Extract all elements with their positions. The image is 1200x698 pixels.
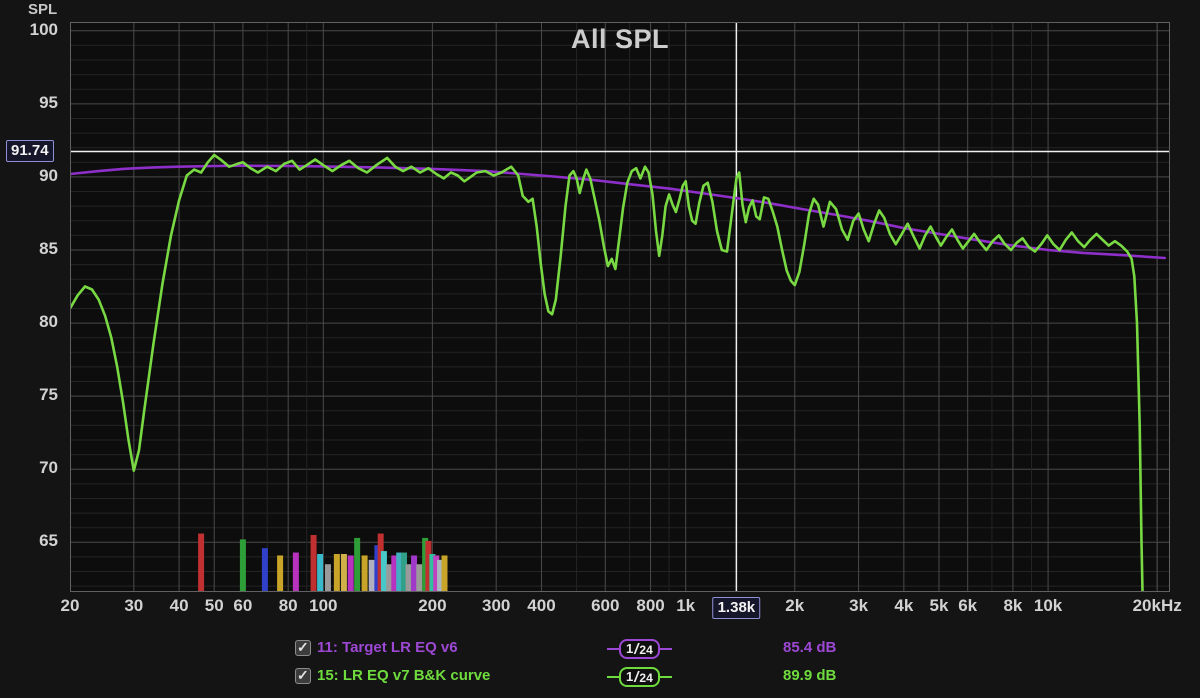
smoothing-denominator: 24	[639, 672, 652, 684]
plot-area[interactable]	[70, 22, 1170, 592]
badge-wire-left	[607, 648, 619, 650]
cursor-crosshair	[70, 22, 1170, 592]
plot-border	[71, 23, 1170, 592]
x-tick-label: 300	[482, 596, 510, 616]
fraction-slash: /	[634, 669, 638, 686]
smoothing-denominator: 24	[639, 644, 652, 656]
x-tick-label: 10k	[1034, 596, 1062, 616]
gridlines	[70, 22, 1170, 592]
badge-wire-right	[660, 648, 672, 650]
smoothing-badge[interactable]: 1/24	[607, 638, 672, 660]
smoothing-badge[interactable]: 1/24	[607, 666, 672, 688]
x-tick-label: 8k	[1003, 596, 1022, 616]
x-tick-label: 80	[279, 596, 298, 616]
y-tick-label: 80	[0, 312, 58, 332]
x-tick-label: 50	[205, 596, 224, 616]
eq-filter-bar	[341, 554, 347, 592]
y-tick-label: 85	[0, 239, 58, 259]
eq-filter-bar	[311, 535, 317, 592]
eq-filter-bar	[262, 548, 268, 592]
smoothing-numerator: 1	[626, 642, 633, 655]
legend-row-target: 11: Target LR EQ v6 1/24 85.4 dB	[295, 638, 995, 660]
x-tick-label: 3k	[849, 596, 868, 616]
spl-chart-canvas[interactable]	[70, 22, 1170, 592]
eq-filter-bar	[441, 555, 447, 592]
eq-filter-bar	[348, 555, 354, 592]
eq-filter-bar	[362, 555, 368, 592]
trace-label[interactable]: 11: Target LR EQ v6	[317, 639, 458, 656]
y-tick-label: 65	[0, 531, 58, 551]
eq-filter-bar	[293, 553, 299, 592]
eq-filter-bar	[334, 554, 340, 592]
y-axis-unit-label: SPL	[28, 1, 57, 18]
trace-visibility-checkbox[interactable]	[295, 640, 311, 656]
legend-row-measurement: 15: LR EQ v7 B&K curve 1/24 89.9 dB	[295, 666, 995, 688]
y-tick-label: 75	[0, 385, 58, 405]
x-tick-label: 20kHz	[1133, 596, 1182, 616]
x-tick-label: 200	[418, 596, 446, 616]
smoothing-fraction: 1/24	[619, 667, 660, 687]
x-tick-label: 5k	[930, 596, 949, 616]
eq-filter-bar	[416, 564, 422, 592]
eq-filter-bar	[369, 560, 375, 592]
eq-filter-bar	[325, 564, 331, 592]
badge-wire-left	[607, 676, 619, 678]
x-tick-label: 6k	[958, 596, 977, 616]
cursor-spl-readout: 91.74	[6, 140, 54, 162]
smoothing-fraction: 1/24	[619, 639, 660, 659]
x-tick-label: 60	[233, 596, 252, 616]
badge-wire-right	[660, 676, 672, 678]
x-tick-label: 800	[636, 596, 664, 616]
y-tick-label: 95	[0, 93, 58, 113]
eq-filter-bar	[406, 564, 412, 592]
eq-filter-bar	[381, 551, 387, 592]
x-tick-label: 400	[527, 596, 555, 616]
eq-filter-bar	[411, 555, 417, 592]
eq-filter-bar	[198, 534, 204, 592]
x-tick-label: 20	[61, 596, 80, 616]
y-tick-label: 70	[0, 458, 58, 478]
y-tick-label: 100	[0, 20, 58, 40]
fraction-slash: /	[634, 641, 638, 658]
x-tick-label: 4k	[894, 596, 913, 616]
x-tick-label: 40	[170, 596, 189, 616]
x-tick-label: 600	[591, 596, 619, 616]
trace-cursor-value: 89.9 dB	[783, 667, 836, 684]
x-axis-tick-labels: 2030405060801002003004006008001k2k3k4k5k…	[70, 596, 1200, 618]
eq-filter-bar	[354, 538, 360, 592]
x-tick-label: 2k	[785, 596, 804, 616]
trace-visibility-checkbox[interactable]	[295, 668, 311, 684]
smoothing-numerator: 1	[626, 670, 633, 683]
eq-filter-bar	[240, 539, 246, 592]
cursor-frequency-readout: 1.38k	[713, 597, 761, 619]
eq-filter-bar	[277, 555, 283, 592]
x-tick-label: 1k	[676, 596, 695, 616]
eq-filter-bar	[317, 554, 323, 592]
x-tick-label: 100	[309, 596, 337, 616]
x-tick-label: 30	[124, 596, 143, 616]
trace-label[interactable]: 15: LR EQ v7 B&K curve	[317, 667, 490, 684]
trace-cursor-value: 85.4 dB	[783, 639, 836, 656]
y-tick-label: 90	[0, 166, 58, 186]
